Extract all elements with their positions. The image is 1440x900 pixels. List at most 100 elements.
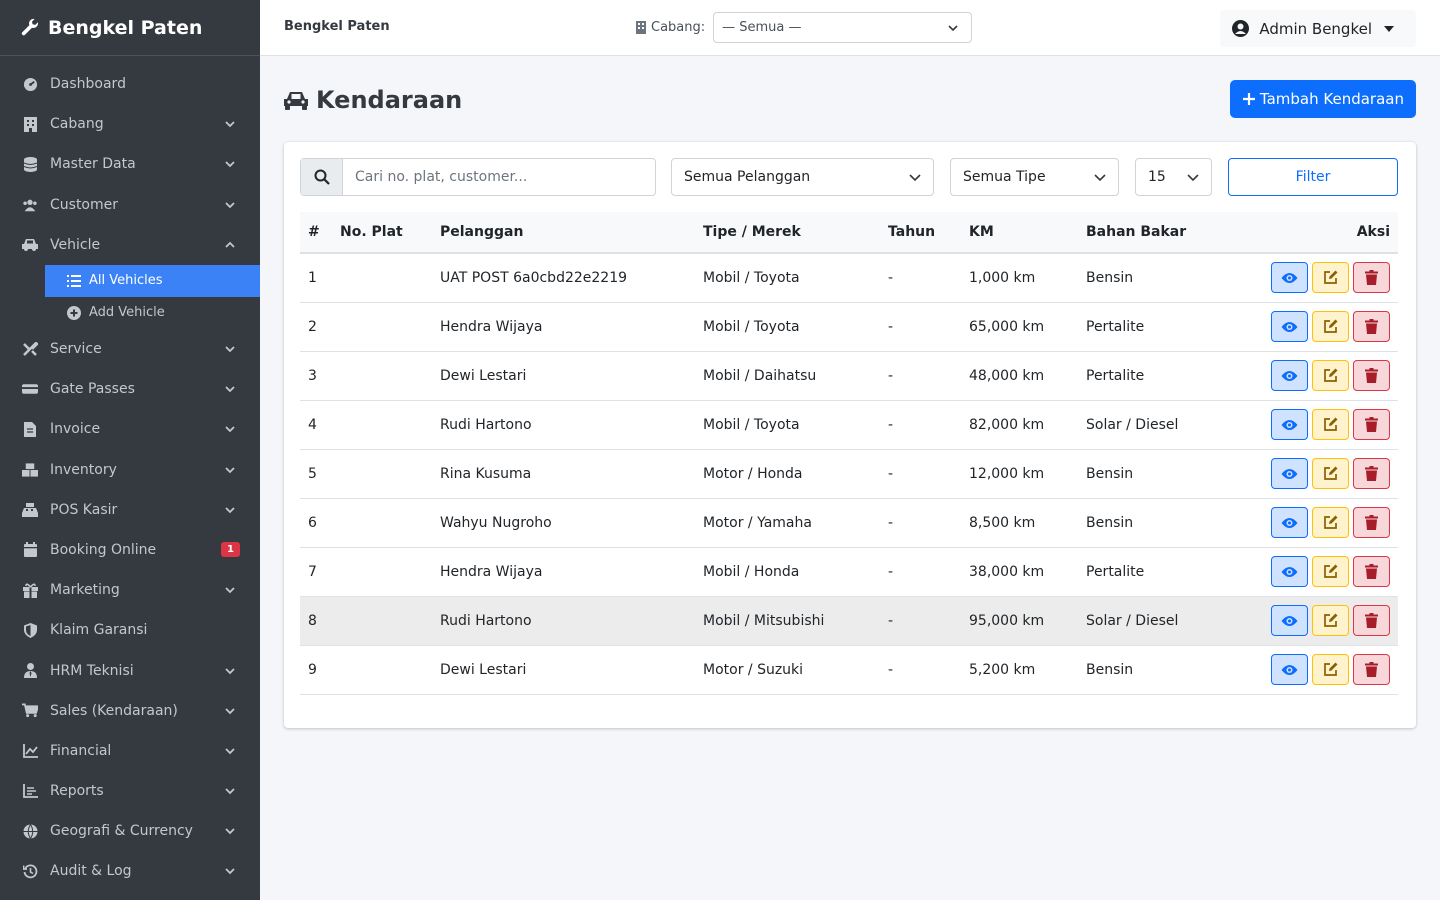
edit-button[interactable] — [1312, 654, 1349, 685]
trash-icon — [1365, 368, 1378, 383]
table-row: 3 Dewi Lestari Mobil / Daihatsu -48,000 km P… — [300, 351, 1398, 401]
view-button[interactable] — [1271, 556, 1308, 587]
plus-circle-icon — [67, 305, 81, 320]
edit-button[interactable] — [1312, 360, 1349, 391]
cell-actions — [1228, 400, 1398, 450]
cell-type: Motor / Honda — [695, 449, 880, 499]
delete-button[interactable] — [1353, 605, 1390, 636]
delete-button[interactable] — [1353, 556, 1390, 587]
branch-selector: Cabang: — Semua — — [636, 12, 973, 43]
column-header-fuel[interactable]: Bahan Bakar — [1078, 212, 1228, 254]
sidebar-item-service[interactable]: Service — [0, 329, 260, 369]
sidebar-item-marketing[interactable]: Marketing — [0, 570, 260, 610]
type-filter-select[interactable]: Semua Tipe — [950, 158, 1119, 196]
edit-button[interactable] — [1312, 605, 1349, 636]
view-button[interactable] — [1271, 409, 1308, 440]
view-button[interactable] — [1271, 605, 1308, 636]
filter-button[interactable]: Filter — [1228, 158, 1398, 196]
cell-actions — [1228, 596, 1398, 646]
building-icon — [636, 21, 646, 34]
edit-icon — [1323, 515, 1338, 530]
delete-button[interactable] — [1353, 409, 1390, 440]
sidebar-item-hrm-teknisi[interactable]: HRM Teknisi — [0, 650, 260, 690]
cell-number: 9 — [300, 645, 332, 695]
column-header-type[interactable]: Tipe / Merek — [695, 212, 880, 254]
column-header-year[interactable]: Tahun — [880, 212, 961, 254]
cell-plate — [332, 302, 432, 352]
edit-button[interactable] — [1312, 507, 1349, 538]
cell-year: - — [880, 351, 961, 401]
cell-actions — [1228, 449, 1398, 499]
chevron-down-icon — [1187, 174, 1199, 182]
delete-button[interactable] — [1353, 360, 1390, 391]
sidebar-item-pos-kasir[interactable]: POS Kasir — [0, 490, 260, 530]
edit-button[interactable] — [1312, 311, 1349, 342]
branch-select[interactable]: — Semua — — [713, 12, 973, 43]
cell-plate — [332, 449, 432, 499]
sidebar-item-invoice[interactable]: Invoice — [0, 409, 260, 449]
sidebar-item-booking-online[interactable]: Booking Online 1 — [0, 530, 260, 570]
cell-type: Mobil / Toyota — [695, 302, 880, 352]
view-button[interactable] — [1271, 360, 1308, 391]
table-row: 6 Wahyu Nugroho Motor / Yamaha -8,500 km Ben… — [300, 498, 1398, 548]
sidebar-item-audit-log[interactable]: Audit & Log — [0, 851, 260, 891]
eye-icon — [1281, 566, 1298, 578]
sidebar-item-dashboard[interactable]: Dashboard — [0, 64, 260, 104]
view-button[interactable] — [1271, 654, 1308, 685]
invoice-icon — [22, 421, 38, 437]
column-header-number[interactable]: # — [300, 212, 332, 254]
delete-button[interactable] — [1353, 654, 1390, 685]
sidebar-subitem-add-vehicle[interactable]: Add Vehicle — [45, 297, 260, 329]
booking-count-badge: 1 — [221, 541, 240, 557]
cell-number: 1 — [300, 253, 332, 303]
edit-button[interactable] — [1312, 556, 1349, 587]
user-menu[interactable]: Admin Bengkel — [1220, 10, 1416, 47]
boxes-icon — [22, 462, 38, 478]
delete-button[interactable] — [1353, 311, 1390, 342]
view-button[interactable] — [1271, 458, 1308, 489]
delete-button[interactable] — [1353, 458, 1390, 489]
cell-type: Mobil / Toyota — [695, 253, 880, 303]
cart-icon — [22, 703, 38, 719]
add-vehicle-button[interactable]: Tambah Kendaraan — [1229, 80, 1416, 118]
sidebar-item-cabang[interactable]: Cabang — [0, 104, 260, 144]
sidebar-subitem-all-vehicles[interactable]: All Vehicles — [45, 264, 260, 297]
sidebar-item-sales-kendaraan[interactable]: Sales (Kendaraan) — [0, 691, 260, 731]
view-button[interactable] — [1271, 262, 1308, 294]
sidebar-item-financial[interactable]: Financial — [0, 731, 260, 771]
edit-button[interactable] — [1312, 262, 1349, 294]
cell-type: Mobil / Mitsubishi — [695, 596, 880, 646]
brand[interactable]: Bengkel Paten — [0, 0, 260, 56]
chevron-up-icon — [225, 241, 235, 248]
cell-customer: Rina Kusuma — [432, 449, 695, 499]
sidebar-item-reports[interactable]: Reports — [0, 771, 260, 811]
cell-type: Motor / Suzuki — [695, 645, 880, 695]
column-header-customer[interactable]: Pelanggan — [432, 212, 695, 254]
table-header-row: # No. Plat Pelanggan Tipe / Merek Tahun … — [300, 212, 1398, 254]
sidebar-item-vehicle[interactable]: Vehicle — [0, 225, 260, 265]
customer-filter-select[interactable]: Semua Pelanggan — [671, 158, 934, 196]
edit-button[interactable] — [1312, 458, 1349, 489]
cell-fuel: Pertalite — [1078, 547, 1228, 597]
column-header-plate[interactable]: No. Plat — [332, 212, 432, 254]
sidebar-item-inventory[interactable]: Inventory — [0, 450, 260, 490]
delete-button[interactable] — [1353, 262, 1390, 294]
cell-year: - — [880, 302, 961, 352]
column-header-km[interactable]: KM — [961, 212, 1078, 254]
edit-button[interactable] — [1312, 409, 1349, 440]
search-input[interactable] — [343, 159, 655, 195]
chevron-down-icon — [225, 161, 235, 168]
delete-button[interactable] — [1353, 507, 1390, 538]
sidebar-item-customer[interactable]: Customer — [0, 185, 260, 225]
view-button[interactable] — [1271, 507, 1308, 538]
sidebar-item-geografi-currency[interactable]: Geografi & Currency — [0, 811, 260, 851]
per-page-select[interactable]: 15 — [1135, 158, 1212, 196]
sidebar-item-klaim-garansi[interactable]: Klaim Garansi — [0, 610, 260, 650]
view-button[interactable] — [1271, 311, 1308, 342]
search-group — [300, 158, 656, 196]
sidebar-item-gate-passes[interactable]: Gate Passes — [0, 369, 260, 409]
cell-actions — [1228, 645, 1398, 695]
sidebar-item-master-data[interactable]: Master Data — [0, 144, 260, 184]
main-content: Kendaraan Tambah Kendaraan Semua Pelangg… — [260, 56, 1440, 900]
sidebar-item-label: Customer — [50, 196, 119, 213]
